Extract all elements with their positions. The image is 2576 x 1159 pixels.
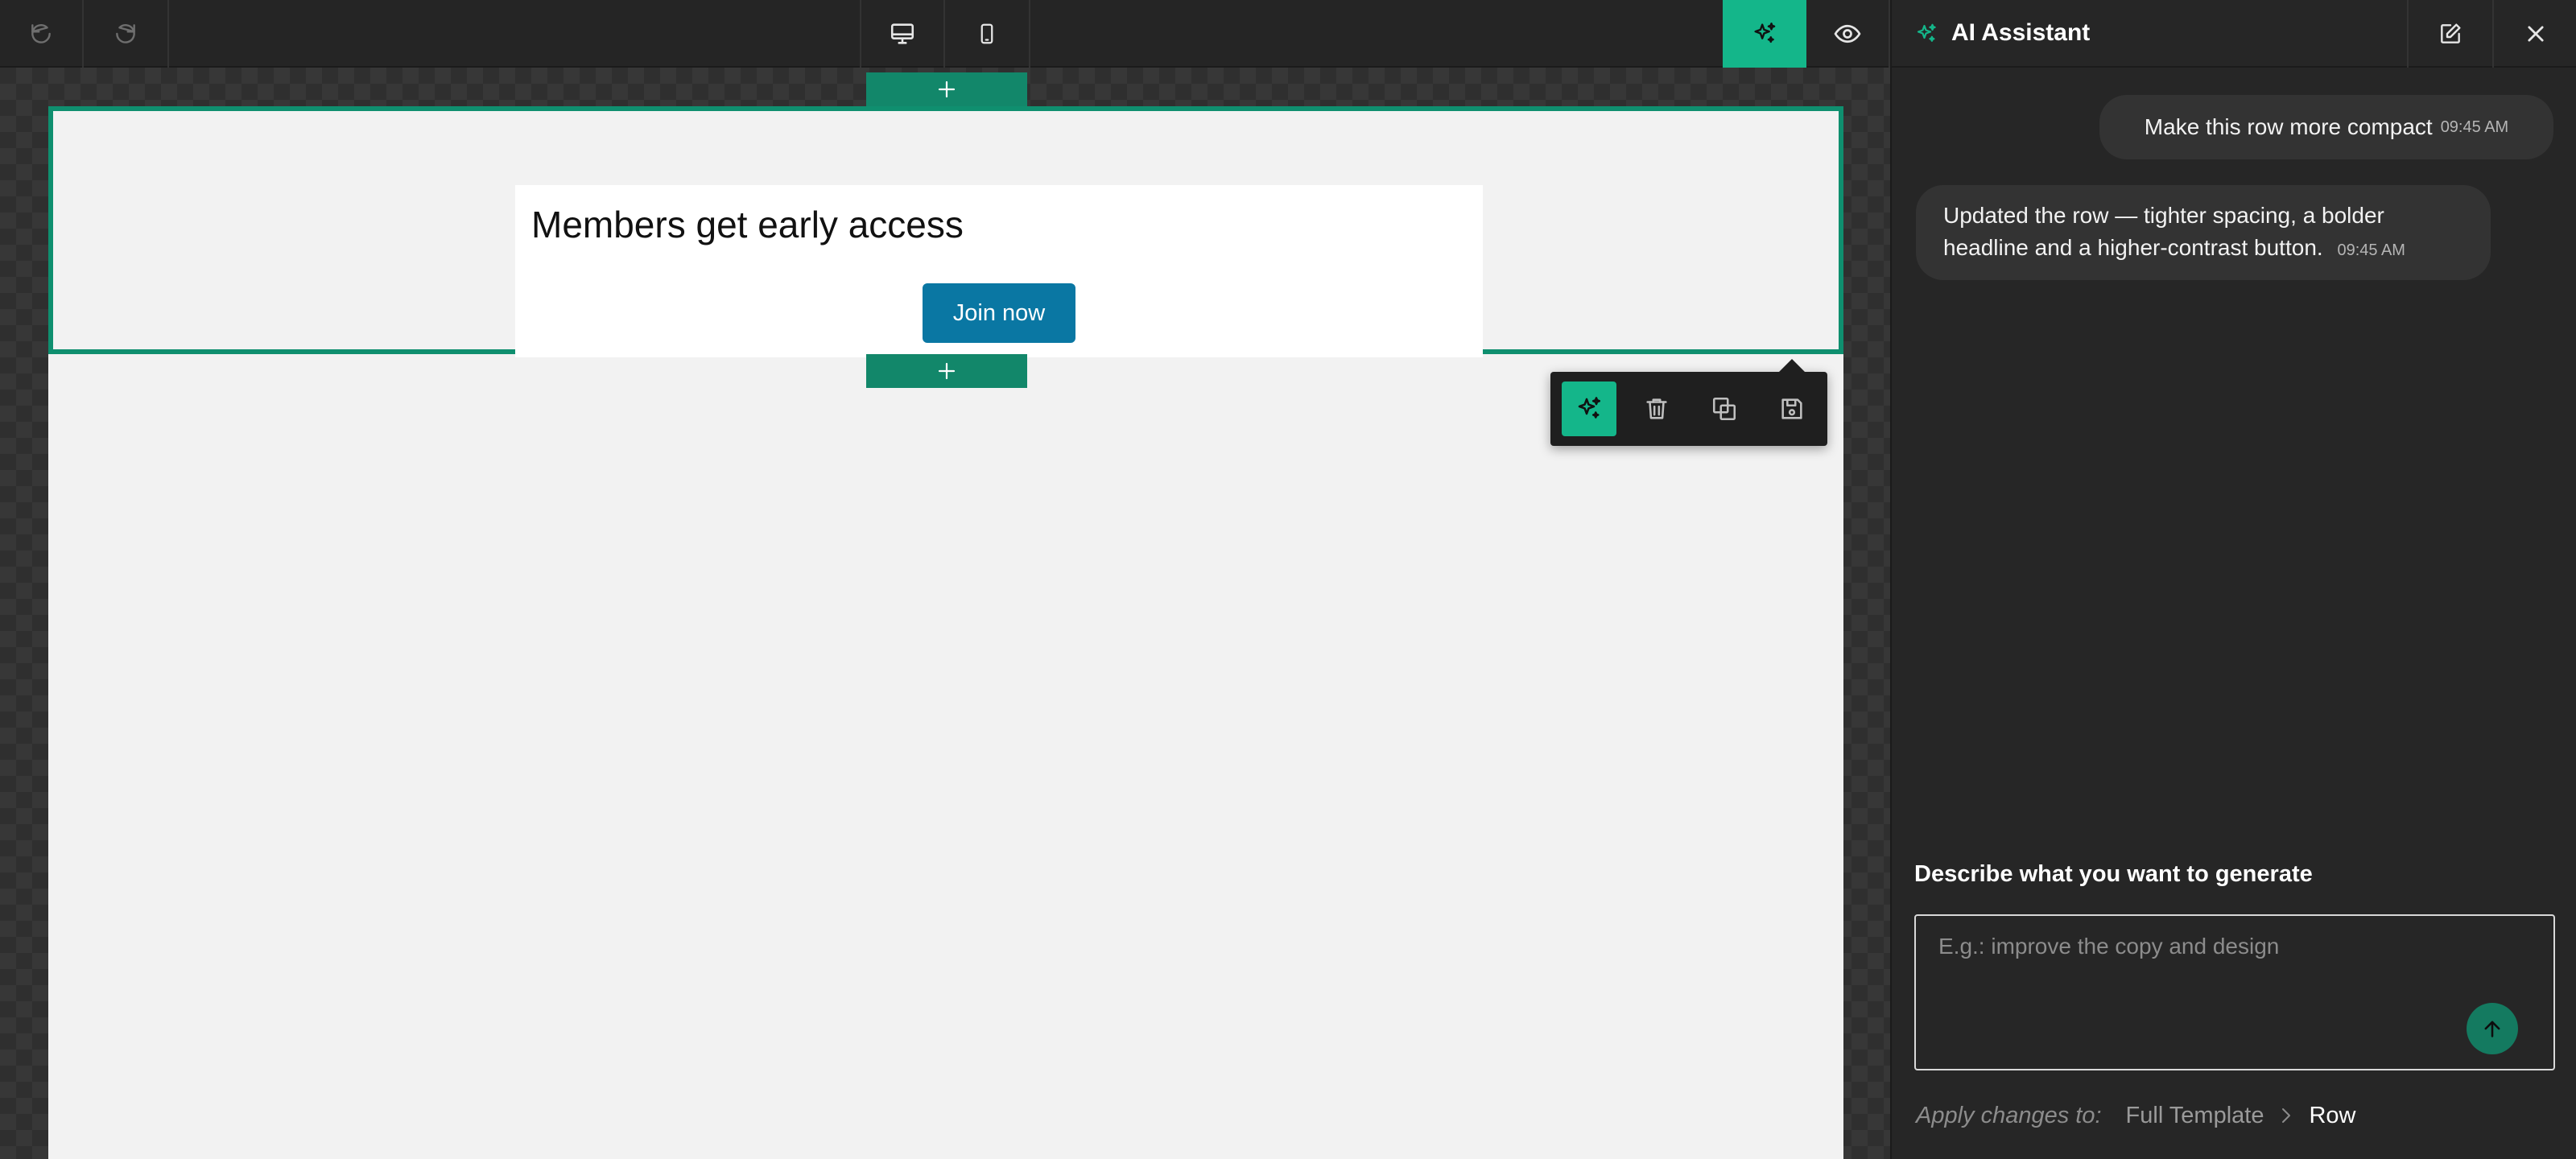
redo-icon: [116, 24, 135, 43]
join-now-button[interactable]: Join now: [923, 283, 1075, 343]
message-time: 09:45 AM: [2337, 241, 2405, 259]
editor-toolbar: [0, 0, 1890, 68]
eye-icon: [1834, 24, 1861, 43]
selected-row[interactable]: Members get early access Join now: [48, 106, 1843, 357]
panel-header: AI Assistant: [1892, 0, 2576, 68]
mobile-icon: [980, 23, 993, 44]
sparkle-icon: [1578, 397, 1601, 419]
desktop-view-button[interactable]: [860, 0, 945, 68]
desktop-icon: [890, 23, 914, 44]
undo-button[interactable]: [0, 0, 84, 68]
mobile-view-button[interactable]: [945, 0, 1030, 68]
save-icon: [1781, 398, 1802, 419]
user-message: Make this row more compact 09:45 AM: [2099, 95, 2553, 159]
prompt-box: [1914, 914, 2555, 1070]
duplicate-icon: [1712, 397, 1736, 421]
prompt-input[interactable]: [1916, 916, 2553, 1069]
message-text: Make this row more compact: [2144, 114, 2433, 139]
edit-icon: [2441, 23, 2461, 43]
prompt-label: Describe what you want to generate: [1914, 861, 2313, 887]
row-ai-button[interactable]: [1562, 382, 1616, 436]
panel-title: AI Assistant: [1951, 19, 2091, 46]
chevron-right-icon: [2278, 1106, 2294, 1125]
apply-scope: Apply changes to: Full Template Row: [1916, 1099, 2356, 1132]
ai-assistant-toggle[interactable]: [1723, 0, 1806, 68]
close-panel-button[interactable]: [2492, 0, 2576, 68]
row-content[interactable]: Members get early access Join now: [515, 185, 1483, 357]
plus-icon: [938, 80, 956, 98]
row-duplicate-button[interactable]: [1697, 382, 1752, 436]
sparkle-icon: [1914, 22, 1938, 46]
ai-assistant-panel: AI Assistant Make this row more compact …: [1890, 0, 2576, 1159]
row-actions-toolbar: [1550, 359, 1827, 446]
assistant-message: Updated the row — tighter spacing, a bol…: [1916, 185, 2491, 280]
add-row-above-button[interactable]: [866, 72, 1027, 106]
plus-icon: [938, 362, 956, 380]
redo-button[interactable]: [84, 0, 169, 68]
editor-canvas: Members get early access Join now: [0, 68, 1890, 1159]
arrow-up-icon: [2484, 1021, 2500, 1037]
sparkle-icon: [1754, 23, 1776, 43]
undo-icon: [31, 24, 51, 43]
apply-label: Apply changes to:: [1916, 1102, 2102, 1128]
add-row-below-button[interactable]: [866, 354, 1027, 388]
trash-icon: [1646, 398, 1667, 419]
preview-button[interactable]: [1806, 0, 1890, 68]
row-headline[interactable]: Members get early access: [531, 203, 964, 246]
message-time: 09:45 AM: [2440, 118, 2509, 136]
send-button[interactable]: [2467, 1003, 2518, 1054]
scope-row[interactable]: Row: [2309, 1103, 2355, 1129]
new-chat-button[interactable]: [2407, 0, 2492, 68]
row-delete-button[interactable]: [1629, 382, 1684, 436]
row-save-button[interactable]: [1765, 382, 1819, 436]
close-icon: [2528, 26, 2544, 42]
message-text: Updated the row — tighter spacing, a bol…: [1943, 203, 2384, 260]
scope-full-template[interactable]: Full Template: [2126, 1103, 2264, 1129]
